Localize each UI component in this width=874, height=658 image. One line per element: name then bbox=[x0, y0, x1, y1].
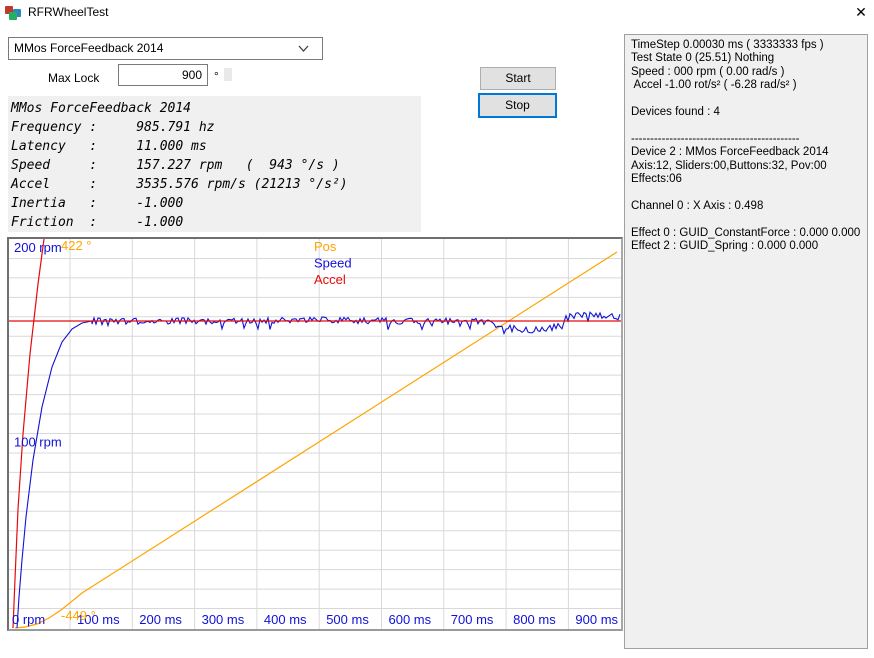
device-select-value: MMos ForceFeedback 2014 bbox=[14, 41, 163, 55]
stop-button-label: Stop bbox=[505, 95, 530, 116]
pos-extreme-annotation: 422 ° bbox=[61, 239, 92, 253]
x-axis-label: 400 ms bbox=[264, 612, 307, 627]
start-button[interactable]: Start bbox=[480, 67, 556, 90]
title-bar[interactable]: RFRWheelTest ✕ bbox=[0, 0, 874, 24]
start-button-label: Start bbox=[505, 68, 530, 89]
series-pos-line bbox=[15, 252, 617, 628]
unit-spacer-box bbox=[224, 68, 232, 81]
device-select-combobox[interactable]: MMos ForceFeedback 2014 bbox=[8, 37, 323, 60]
max-lock-input[interactable] bbox=[118, 64, 208, 86]
x-axis-label: 200 ms bbox=[139, 612, 182, 627]
y-axis-label: 100 rpm bbox=[14, 435, 62, 450]
series-speed-line bbox=[17, 312, 620, 628]
x-axis-label: 700 ms bbox=[451, 612, 494, 627]
legend-item-pos: Pos bbox=[314, 239, 337, 254]
x-axis-label: 0 rpm bbox=[12, 612, 45, 627]
x-axis-label: 800 ms bbox=[513, 612, 556, 627]
y-axis-label: 200 rpm bbox=[14, 240, 62, 255]
device-info-textbox[interactable]: MMos ForceFeedback 2014 Frequency : 985.… bbox=[8, 96, 421, 232]
x-axis-label: 500 ms bbox=[326, 612, 369, 627]
stop-button[interactable]: Stop bbox=[478, 93, 557, 118]
app-icon-cube-green bbox=[9, 12, 17, 20]
chevron-down-icon bbox=[298, 45, 310, 53]
app-icon bbox=[5, 4, 22, 20]
max-lock-unit-label: ° bbox=[214, 69, 219, 83]
telemetry-chart: 0 rpm100 ms200 ms300 ms400 ms500 ms600 m… bbox=[7, 237, 623, 631]
close-button[interactable]: ✕ bbox=[851, 2, 871, 22]
max-lock-label: Max Lock bbox=[48, 71, 99, 85]
status-panel-textbox[interactable]: TimeStep 0.00030 ms ( 3333333 fps ) Test… bbox=[624, 34, 868, 649]
x-axis-label: 600 ms bbox=[389, 612, 432, 627]
window-title: RFRWheelTest bbox=[28, 5, 108, 19]
x-axis-label: 900 ms bbox=[575, 612, 618, 627]
chart-plot-area: 0 rpm100 ms200 ms300 ms400 ms500 ms600 m… bbox=[9, 239, 621, 629]
legend-item-accel: Accel bbox=[314, 272, 346, 287]
pos-extreme-annotation: -449 ° bbox=[61, 608, 96, 623]
x-axis-label: 300 ms bbox=[202, 612, 245, 627]
legend-item-speed: Speed bbox=[314, 256, 352, 271]
